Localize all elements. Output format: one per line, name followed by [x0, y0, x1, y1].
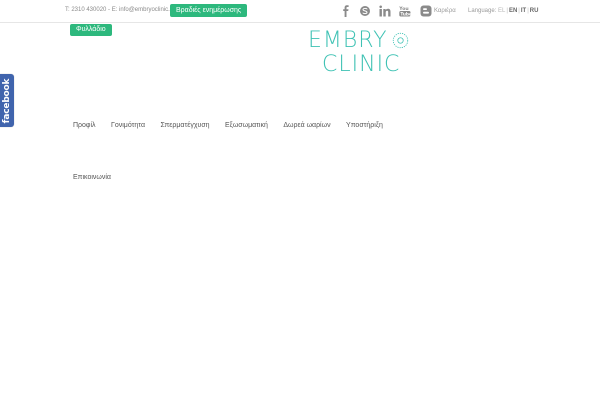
language-label: Language: — [468, 8, 497, 14]
contact-info: T: 2310 430020 - E: info@embryoclinic.eu — [65, 7, 177, 13]
nav-item-fertility[interactable]: Γονιμότητα — [111, 122, 145, 129]
newsletter-button[interactable]: Βραδιές ενημέρωσης — [170, 4, 248, 17]
blogger-icon[interactable] — [420, 5, 432, 17]
nav-item-contact[interactable]: Επικοινωνία — [73, 174, 111, 181]
language-switcher: Language: EL|EN|IT|RU — [468, 8, 539, 14]
main-nav: Προφίλ Γονιμότητα Σπερματέγχυση Εξωσωματ… — [73, 114, 394, 132]
facebook-icon[interactable] — [340, 5, 352, 17]
youtube-icon[interactable]: You Tube — [399, 5, 411, 17]
careers-link[interactable]: Καριέρα — [434, 8, 456, 14]
top-bar: T: 2310 430020 - E: info@embryoclinic.eu… — [0, 0, 600, 23]
nav-item-egg-donation[interactable]: Δωρεά ωαρίων — [283, 122, 330, 129]
facebook-tab-label: facebook — [2, 78, 12, 123]
skype-icon[interactable] — [359, 5, 371, 17]
language-ru[interactable]: RU — [530, 8, 539, 14]
nav-item-profile[interactable]: Προφίλ — [73, 122, 96, 129]
logo-line-2: CLINIC — [322, 52, 401, 77]
brochure-button[interactable]: Φυλλάδιο — [70, 24, 112, 36]
embryo-clinic-logo[interactable]: EMBRY CLINIC — [304, 26, 414, 80]
nav-item-support[interactable]: Υποστήριξη — [346, 122, 383, 129]
svg-text:Tube: Tube — [400, 11, 411, 17]
facebook-side-tab[interactable]: facebook — [0, 74, 14, 127]
linkedin-icon[interactable] — [379, 5, 391, 17]
nav-item-insemination[interactable]: Σπερματέγχυση — [160, 122, 209, 129]
logo-line-1: EMBRY — [308, 28, 388, 53]
logo-ring-icon — [392, 32, 409, 49]
nav-item-ivf[interactable]: Εξωσωματική — [225, 122, 268, 129]
